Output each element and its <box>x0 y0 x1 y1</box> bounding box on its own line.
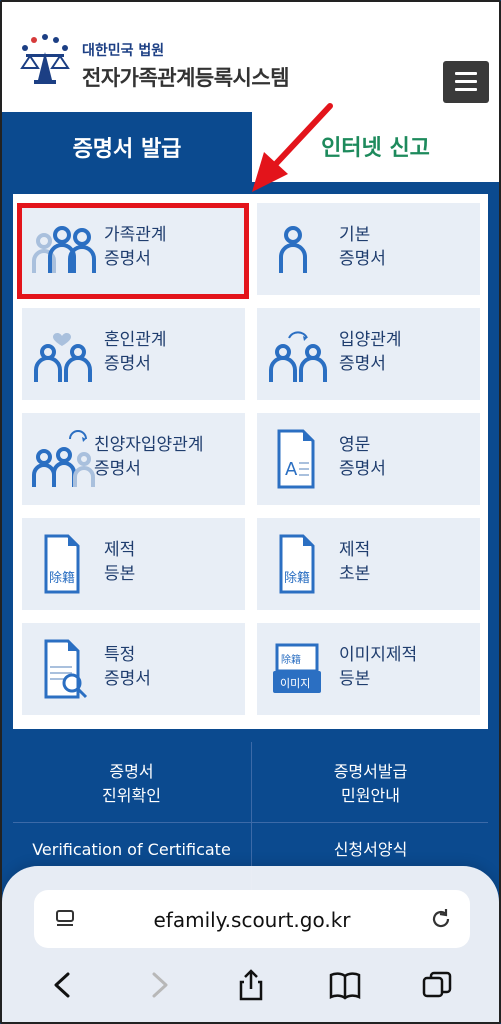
menu-button[interactable] <box>443 61 489 103</box>
image-register-icon: 除籍 이미지 <box>273 643 321 693</box>
card-label-line1: 기본 <box>339 225 371 245</box>
share-icon[interactable] <box>234 968 268 1002</box>
card-adoption-relation[interactable]: 입양관계증명서 <box>257 308 480 400</box>
card-label: 입양관계증명서 <box>339 328 402 376</box>
card-removed-register-copy[interactable]: 除籍 제적등본 <box>22 518 245 610</box>
card-label-line2: 증명서 <box>104 669 151 689</box>
svg-text:이미지: 이미지 <box>280 677 310 690</box>
card-marriage-relation[interactable]: 혼인관계증명서 <box>22 308 245 400</box>
svg-text:除籍: 除籍 <box>284 570 310 586</box>
card-label-line2: 증명서 <box>339 354 386 374</box>
link-verification-english[interactable]: Verification of Certificate <box>13 838 250 862</box>
link-line2: 민원안내 <box>341 786 400 805</box>
hamburger-icon-line <box>455 88 477 91</box>
card-removed-register-extract[interactable]: 除籍 제적초본 <box>257 518 480 610</box>
couple-heart-icon <box>34 333 92 382</box>
card-label: 제적초본 <box>339 538 370 586</box>
court-logo-icon <box>20 34 70 84</box>
card-image-removed-register[interactable]: 除籍 이미지 이미지제적등본 <box>257 623 480 715</box>
card-label: 영문증명서 <box>339 433 386 481</box>
card-label-line2: 증명서 <box>339 459 386 479</box>
card-label-line1: 제적 <box>339 540 371 560</box>
link-certificate-verification[interactable]: 증명서진위확인 <box>13 760 250 808</box>
link-line1: 증명서발급 <box>333 762 408 781</box>
link-issuance-guide[interactable]: 증명서발급민원안내 <box>252 760 489 808</box>
link-line1: 신청서양식 <box>333 840 408 859</box>
phone-screen: 대한민국 법원 전자가족관계등록시스템 증명서 발급 인터넷 신고 가족관계 증명… <box>0 0 501 1024</box>
card-english[interactable]: A 영문증명서 <box>257 413 480 505</box>
english-document-icon: A <box>277 429 315 489</box>
card-full-adoption-relation[interactable]: 친양자입양관계증명서 <box>22 413 245 505</box>
card-label-line1: 제적 <box>104 540 136 560</box>
link-line1: 증명서 <box>109 762 154 781</box>
svg-text:A: A <box>285 459 298 480</box>
card-label-line2: 증명서 <box>339 249 386 269</box>
document-search-icon <box>44 639 88 699</box>
site-header: 대한민국 법원 전자가족관계등록시스템 <box>2 2 499 112</box>
system-title[interactable]: 전자가족관계등록시스템 <box>82 62 290 92</box>
svg-text:除籍: 除籍 <box>49 570 75 586</box>
svg-text:除籍: 除籍 <box>281 653 301 666</box>
card-label-line1: 친양자입양관계 <box>94 435 204 455</box>
card-label-line1: 입양관계 <box>339 330 402 350</box>
hamburger-icon <box>455 72 477 75</box>
card-specific[interactable]: 특정증명서 <box>22 623 245 715</box>
card-label: 특정증명서 <box>104 643 151 691</box>
link-application-forms[interactable]: 신청서양식 <box>252 838 489 862</box>
card-label-line2: 등본 <box>104 564 136 584</box>
url-text: efamily.scourt.go.kr <box>153 908 351 932</box>
link-divider <box>13 822 488 823</box>
card-label-line1: 특정 <box>104 645 136 665</box>
reload-icon[interactable] <box>428 906 454 932</box>
card-label: 기본증명서 <box>339 223 386 271</box>
card-label-line2: 초본 <box>339 564 371 584</box>
tab-certificate-issue[interactable]: 증명서 발급 <box>2 112 252 182</box>
card-basic[interactable]: 기본증명서 <box>257 203 480 295</box>
highlight-box <box>17 203 249 299</box>
card-label: 친양자입양관계증명서 <box>94 433 203 481</box>
court-name: 대한민국 법원 <box>82 43 165 59</box>
hamburger-icon-line <box>455 80 477 83</box>
card-label: 이미지제적등본 <box>339 643 417 691</box>
link-line2: 진위확인 <box>102 786 161 805</box>
bookmarks-icon[interactable] <box>328 968 362 1002</box>
person-icon <box>279 226 307 273</box>
link-line1: Verification of Certificate <box>32 840 231 859</box>
card-label-line1: 혼인관계 <box>104 330 167 350</box>
forward-icon[interactable] <box>142 968 176 1002</box>
card-label-line2: 등본 <box>339 669 371 689</box>
tabs-icon[interactable] <box>420 968 454 1002</box>
removed-register-icon: 除籍 <box>44 534 80 594</box>
couple-arrow-icon <box>269 331 327 382</box>
card-label-line2: 증명서 <box>104 354 151 374</box>
removed-register-icon: 除籍 <box>279 534 315 594</box>
card-label: 혼인관계증명서 <box>104 328 167 376</box>
address-bar[interactable]: efamily.scourt.go.kr <box>34 890 470 948</box>
card-label: 제적등본 <box>104 538 135 586</box>
card-label-line1: 영문 <box>339 435 371 455</box>
card-label-line2: 증명서 <box>94 459 141 479</box>
red-arrow-icon <box>252 103 333 192</box>
card-label-line1: 이미지제적 <box>339 645 418 665</box>
back-icon[interactable] <box>46 968 80 1002</box>
browser-toolbar: efamily.scourt.go.kr <box>2 866 499 1022</box>
